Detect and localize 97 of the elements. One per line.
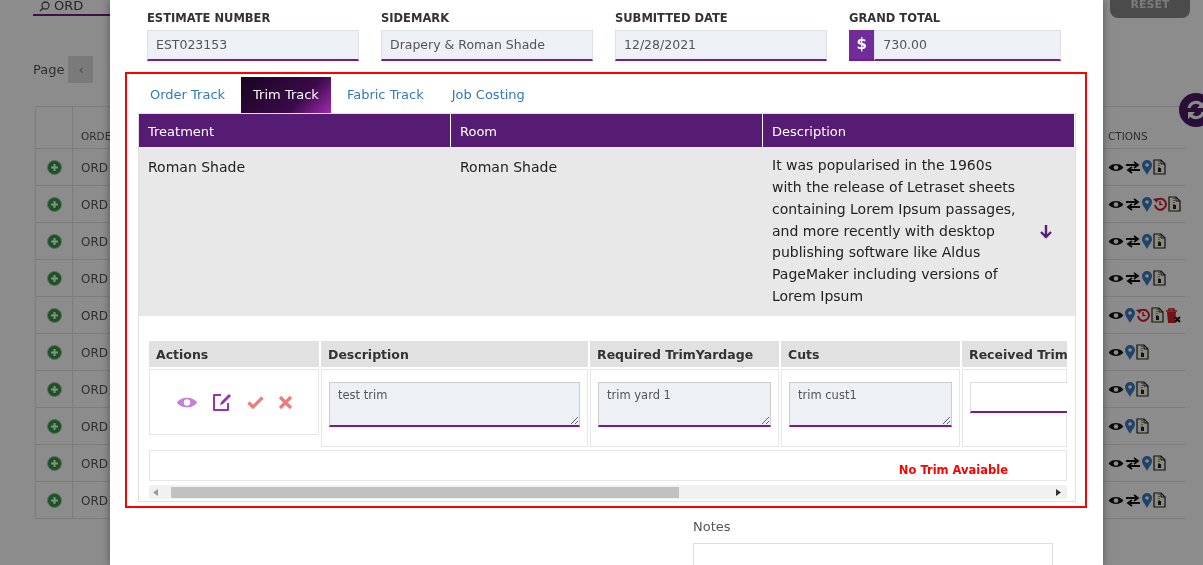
swap-arrows-icon[interactable]: [1125, 271, 1141, 285]
edit-icon[interactable]: [211, 392, 233, 412]
eye-icon[interactable]: [1108, 346, 1124, 358]
tab[interactable]: Fabric Track: [334, 77, 436, 113]
column-header: Actions: [149, 341, 319, 367]
plus-circle-icon[interactable]: [46, 233, 62, 249]
eye-icon[interactable]: [1108, 272, 1124, 284]
column-header: CTIONS: [1108, 130, 1148, 142]
zip-file-icon[interactable]: [1136, 418, 1149, 434]
check-icon[interactable]: [246, 395, 264, 409]
table-cell-text: Roman Shade: [459, 158, 559, 177]
zip-file-icon[interactable]: [1153, 455, 1166, 471]
column-header: Description: [321, 341, 588, 367]
map-pin-icon[interactable]: [1125, 381, 1135, 397]
input-field[interactable]: EST023153: [147, 30, 359, 61]
input-field[interactable]: 730.00: [874, 30, 1061, 61]
plus-circle-icon[interactable]: [46, 159, 62, 175]
field-label: SUBMITTED DATE: [615, 10, 729, 27]
text-area[interactable]: trim cust1: [789, 382, 952, 427]
plus-circle-icon[interactable]: [46, 344, 62, 360]
currency-symbol: $: [849, 30, 875, 61]
text-area[interactable]: test trim: [329, 382, 580, 427]
table-cell: ORD: [81, 161, 109, 175]
scroll-right-icon[interactable]: [1056, 488, 1061, 496]
refresh-icon[interactable]: [1179, 93, 1203, 127]
field-label: GRAND TOTAL: [849, 10, 942, 27]
eye-icon[interactable]: [1108, 420, 1124, 432]
column-header: Cuts: [781, 341, 960, 367]
swap-arrows-icon[interactable]: [1125, 456, 1141, 470]
down-arrow-icon[interactable]: [1040, 224, 1052, 239]
tab[interactable]: Job Costing: [439, 77, 537, 113]
zip-file-icon[interactable]: [1151, 307, 1164, 323]
input-field[interactable]: 12/28/2021: [615, 30, 827, 61]
swap-arrows-icon[interactable]: [1125, 197, 1141, 211]
text-area[interactable]: trim yard 1: [598, 382, 771, 427]
plus-circle-icon[interactable]: [46, 455, 62, 471]
swap-arrows-icon[interactable]: [1125, 234, 1141, 248]
zip-file-icon[interactable]: [1153, 492, 1166, 508]
table-cell: ORD: [81, 457, 109, 471]
eye-icon[interactable]: [1108, 198, 1124, 210]
empty-message: No Trim Avaiable: [898, 463, 1008, 477]
eye-icon[interactable]: [1108, 309, 1124, 321]
plus-circle-icon[interactable]: [46, 307, 62, 323]
table-cell: ORD: [81, 198, 109, 212]
input-field[interactable]: Drapery & Roman Shade: [381, 30, 593, 61]
tab[interactable]: Trim Track: [241, 77, 331, 113]
zip-file-icon[interactable]: [1153, 233, 1166, 249]
column-header: ORDE: [81, 130, 112, 142]
map-pin-icon[interactable]: [1142, 159, 1152, 175]
eye-icon[interactable]: [1108, 457, 1124, 469]
swap-arrows-icon[interactable]: [1125, 160, 1141, 174]
zip-file-icon[interactable]: [1153, 159, 1166, 175]
column-header: Received Trim: [962, 341, 1067, 367]
table-cell: ORD: [81, 235, 109, 249]
notes-label: Notes: [693, 518, 732, 536]
table-cell: ORD: [81, 309, 109, 323]
map-pin-icon[interactable]: [1125, 418, 1135, 434]
table-cell: ORD: [81, 272, 109, 286]
eye-icon[interactable]: [1108, 494, 1124, 506]
zip-file-icon[interactable]: [1153, 270, 1166, 286]
close-icon[interactable]: [277, 394, 293, 410]
map-pin-icon[interactable]: [1125, 307, 1135, 323]
table-cell: ORD: [81, 346, 109, 360]
map-pin-icon[interactable]: [1142, 455, 1152, 471]
table-cell-text: It was popularised in the 1960s with the release of Letraset sheets containing Lorem Ipsum passages, and more recently with desktop publishing software like Aldus PageMaker including versions of Lorem Ipsum: [772, 156, 1017, 306]
field-label: SIDEMARK: [381, 10, 451, 27]
map-pin-icon[interactable]: [1142, 196, 1152, 212]
tab[interactable]: Order Track: [138, 77, 238, 113]
page-label: Page: [33, 60, 65, 79]
plus-circle-icon[interactable]: [46, 418, 62, 434]
swap-arrows-icon[interactable]: [1125, 493, 1141, 507]
map-pin-icon[interactable]: [1125, 344, 1135, 360]
zip-file-icon[interactable]: [1168, 196, 1181, 212]
map-pin-icon[interactable]: [1142, 233, 1152, 249]
zip-file-icon[interactable]: [1136, 344, 1149, 360]
plus-circle-icon[interactable]: [46, 196, 62, 212]
horizontal-scrollbar[interactable]: [149, 485, 1067, 499]
zip-file-icon[interactable]: [1136, 381, 1149, 397]
search-icon: [39, 0, 50, 12]
trash-icon[interactable]: [1165, 307, 1181, 323]
plus-circle-icon[interactable]: [46, 381, 62, 397]
eye-icon[interactable]: [1108, 161, 1124, 173]
map-pin-icon[interactable]: [1142, 492, 1152, 508]
map-pin-icon[interactable]: [1142, 270, 1152, 286]
plus-circle-icon[interactable]: [46, 270, 62, 286]
input-field[interactable]: [970, 382, 1067, 413]
history-icon[interactable]: [1136, 308, 1150, 322]
plus-circle-icon[interactable]: [46, 492, 62, 508]
column-header: Required TrimYardage: [590, 341, 779, 367]
table-cell: ORD: [81, 494, 109, 508]
table-cell: ORD: [81, 420, 109, 434]
history-icon[interactable]: [1153, 197, 1167, 211]
field-label: ESTIMATE NUMBER: [147, 10, 272, 27]
table-cell: ORD: [81, 383, 109, 397]
eye-icon[interactable]: [1108, 235, 1124, 247]
table-cell-text: Roman Shade: [147, 158, 247, 177]
eye-icon[interactable]: [1108, 383, 1124, 395]
